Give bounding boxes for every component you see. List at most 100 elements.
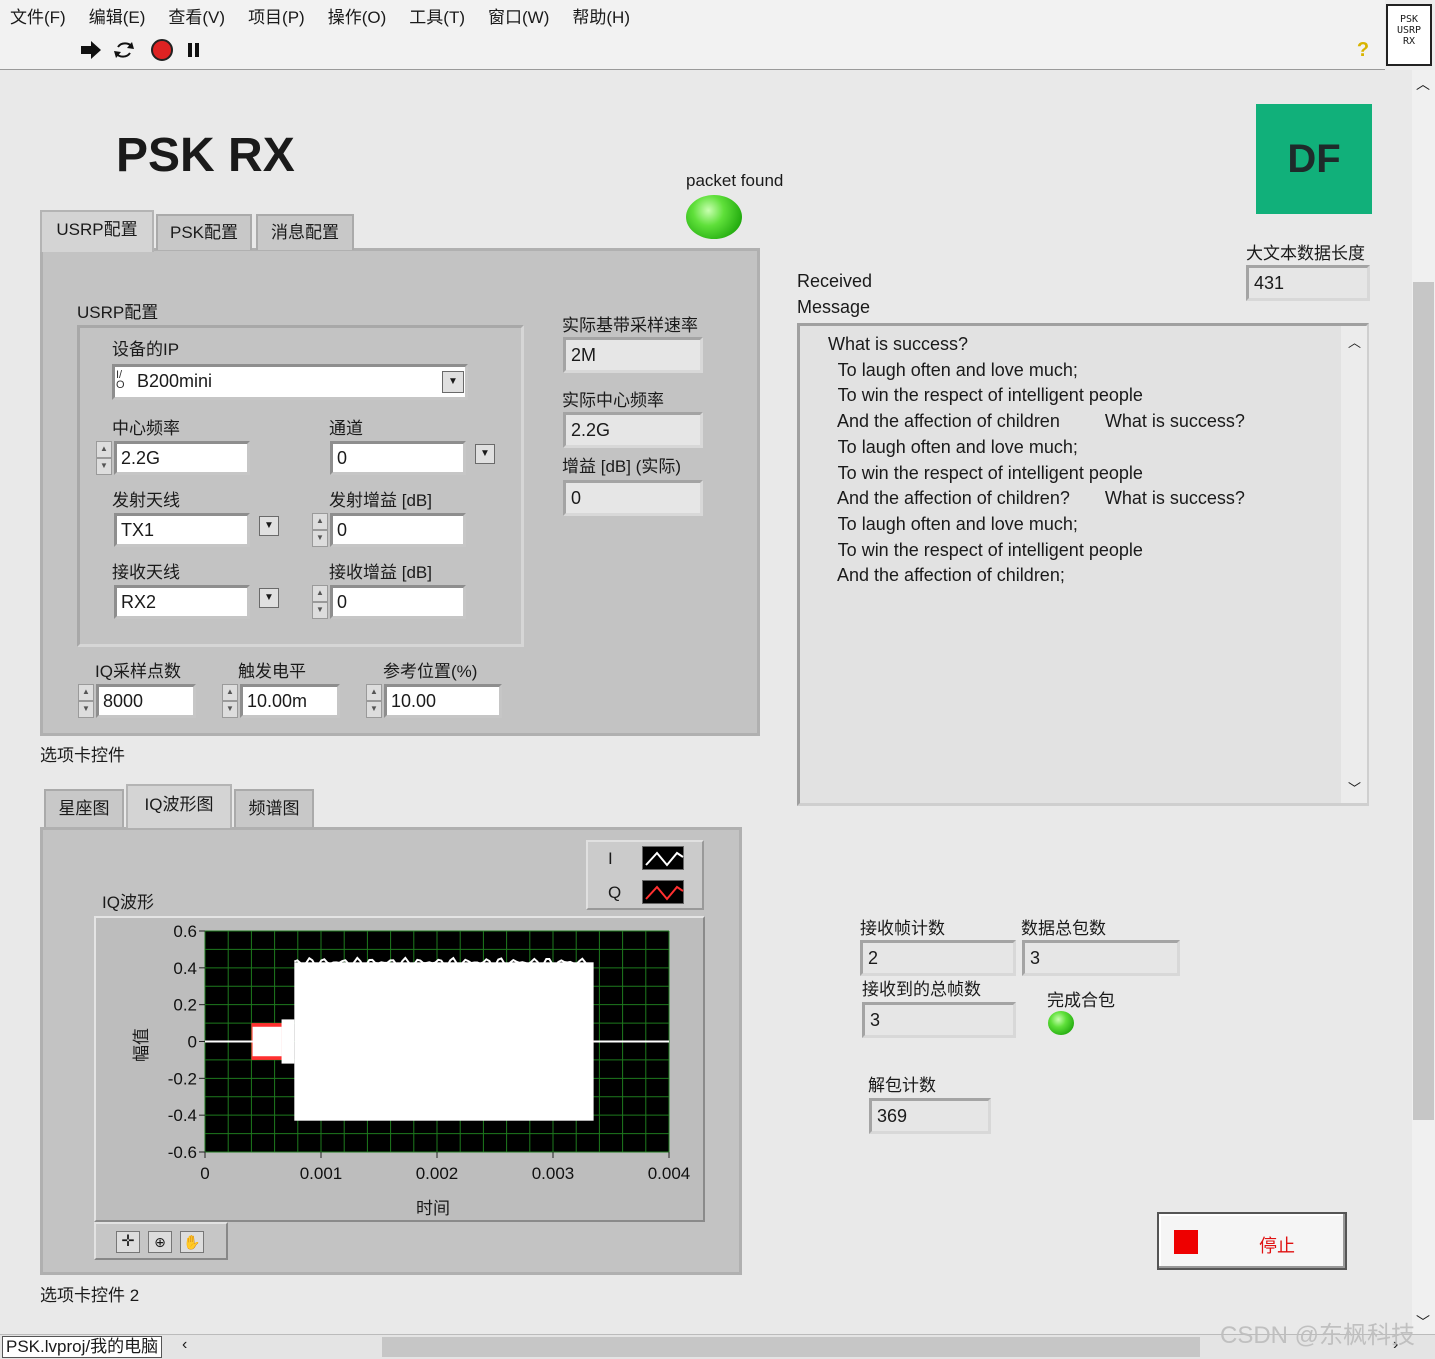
page-title: PSK RX [116,129,295,182]
rx-gain-spinner[interactable]: ▲ ▼ [312,585,328,619]
pause-icon[interactable] [181,38,207,62]
total-rx-frames-indicator: 3 [862,1002,1016,1038]
message-scrollbar[interactable]: ︿ ﹀ [1341,326,1367,803]
menu-edit[interactable]: 编辑(E) [89,3,146,28]
channel-dropdown-icon[interactable]: ▼ [475,444,495,464]
message-line: And the affection of children; [828,565,1065,586]
text-length-indicator: 431 [1246,265,1370,301]
rx-antenna-dropdown-icon[interactable]: ▼ [259,588,279,608]
panel-vertical-scroll-thumb[interactable] [1413,282,1434,1120]
y-axis-label: 幅值 [132,1028,151,1062]
tab-usrp-config[interactable]: USRP配置 [40,210,154,252]
legend-label-i: I [608,849,613,868]
vi-icon-line: PSK [1399,14,1419,25]
run-arrow-icon[interactable] [78,38,104,62]
channel-label: 通道 [329,419,363,438]
menu-tools[interactable]: 工具(T) [409,3,465,28]
actual-freq-label: 实际中心频率 [562,391,664,410]
iq-waveform-chart[interactable]: 0.60.40.20-0.2-0.4-0.60 0.001 0.002 0.003 0.… [94,916,705,1222]
cursor-move-icon[interactable]: ✛ [116,1231,140,1253]
trigger-level-label: 触发电平 [238,662,306,681]
tx-antenna-dropdown-icon[interactable]: ▼ [259,516,279,536]
center-freq-field[interactable]: 2.2G [114,441,250,475]
panel-scroll-down-icon[interactable]: ﹀ [1416,1312,1430,1332]
scroll-up-icon[interactable]: ︿ [1348,332,1361,351]
rx-antenna-field[interactable]: RX2 [114,585,250,619]
graph-palette: ✛ ⊕ ✋ [94,1222,228,1260]
unpack-count-indicator: 369 [869,1098,991,1134]
panel-scroll-up-icon[interactable]: ︿ [1416,74,1430,94]
menu-file[interactable]: 文件(F) [10,3,66,28]
trigger-level-field[interactable]: 10.00m [240,684,340,718]
menu-project[interactable]: 项目(P) [248,3,305,28]
legend-swatch-q[interactable] [642,880,684,904]
rx-frames-label: 接收帧计数 [860,919,945,938]
menu-operate[interactable]: 操作(O) [328,3,387,28]
device-ip-select[interactable]: B200mini [112,364,468,400]
actual-rate-label: 实际基带采样速率 [562,316,698,335]
chart-title: IQ波形 [102,893,154,912]
vi-icon-line: RX [1402,36,1416,47]
stop-button[interactable]: 停止 [1157,1212,1347,1270]
usrp-group-label: USRP配置 [77,303,159,322]
packet-found-label: packet found [686,171,784,190]
device-ip-dropdown-icon[interactable]: ▼ [442,371,464,393]
message-line: To win the respect of intelligent people [828,385,1143,406]
x-tick-label: 0.004 [648,1164,691,1183]
total-packets-indicator: 3 [1022,940,1180,976]
tx-antenna-field[interactable]: TX1 [114,513,250,547]
trigger-level-spinner[interactable]: ▲ ▼ [222,684,238,718]
scroll-down-icon[interactable]: ﹀ [1348,778,1361,797]
received-message-box[interactable]: What is success? To laugh often and love… [797,323,1369,806]
tx-gain-label: 发射增益 [dB] [329,491,432,510]
tab-constellation[interactable]: 星座图 [44,789,124,827]
rx-gain-field[interactable]: 0 [330,585,466,619]
total-rx-frames-label: 接收到的总帧数 [862,980,981,999]
help-icon[interactable]: ? [1350,38,1376,62]
tx-gain-spinner[interactable]: ▲ ▼ [312,513,328,547]
panel-horizontal-scroll-thumb[interactable] [382,1337,1200,1357]
center-freq-spinner[interactable]: ▲ ▼ [96,441,112,475]
abort-icon[interactable] [149,38,175,62]
y-tick-label: -0.6 [168,1143,197,1162]
watermark: CSDN @东枫科技 [1220,1322,1416,1349]
received-label-line2: Message [797,297,871,317]
menu-window[interactable]: 窗口(W) [488,3,549,28]
x-tick-label: 0.003 [532,1164,575,1183]
tab-psk-config[interactable]: PSK配置 [156,214,252,250]
message-line: To laugh often and love much; [828,359,1078,380]
tab-iq-waveform[interactable]: IQ波形图 [126,784,232,828]
ref-position-field[interactable]: 10.00 [384,684,502,718]
chart-legend[interactable]: I Q [586,840,704,910]
menu-view[interactable]: 查看(V) [168,3,225,28]
run-continuously-icon[interactable] [111,38,137,62]
y-tick-label: -0.4 [168,1106,197,1125]
legend-label-q: Q [608,883,622,902]
iq-samples-field[interactable]: 8000 [96,684,196,718]
received-message-text: What is success? To laugh often and love… [828,332,1245,589]
zoom-icon[interactable]: ⊕ [148,1231,172,1253]
hscroll-left-icon[interactable]: ‹ [182,1336,187,1354]
channel-field[interactable]: 0 [330,441,466,475]
text-length-label: 大文本数据长度 [1246,244,1365,263]
rx-gain-label: 接收增益 [dB] [329,563,432,582]
stop-square-icon [1174,1230,1198,1254]
legend-swatch-i[interactable] [642,846,684,870]
project-path[interactable]: PSK.lvproj/我的电脑 [2,1336,163,1358]
vi-icon: PSK USRP RX [1386,4,1432,66]
io-name-icon: I/O [116,369,125,391]
series-envelope-i [252,1026,282,1057]
pan-hand-icon[interactable]: ✋ [180,1231,204,1253]
ref-position-spinner[interactable]: ▲ ▼ [366,684,382,718]
message-line: To win the respect of intelligent people [828,539,1143,560]
menu-help[interactable]: 帮助(H) [572,3,630,28]
iq-samples-spinner[interactable]: ▲ ▼ [78,684,94,718]
tab-message-config[interactable]: 消息配置 [256,214,354,250]
tx-gain-field[interactable]: 0 [330,513,466,547]
tab-spectrum[interactable]: 频谱图 [234,789,314,827]
y-tick-label: 0.2 [173,996,197,1015]
actual-gain-indicator: 0 [563,480,703,516]
actual-rate-indicator: 2M [563,337,703,373]
packet-found-led [686,195,742,239]
series-envelope-i [281,1019,295,1064]
